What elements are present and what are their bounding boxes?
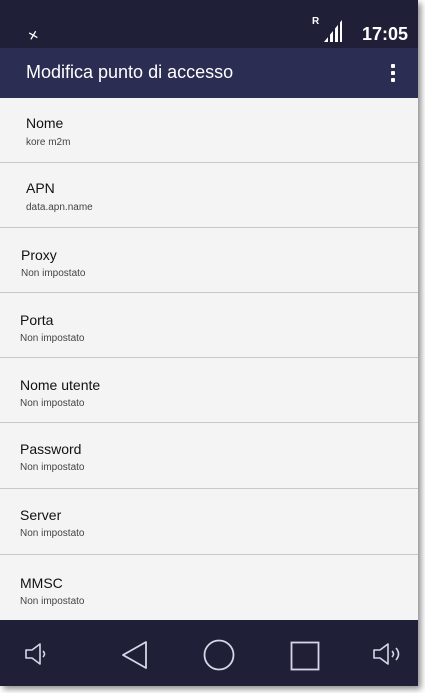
setting-item-server[interactable]: Server Non impostato <box>0 490 418 555</box>
setting-item-porta[interactable]: Porta Non impostato <box>0 293 418 358</box>
setting-label: MMSC <box>20 575 63 591</box>
setting-value: kore m2m <box>26 137 71 148</box>
setting-label: Proxy <box>21 247 57 263</box>
setting-label: Nome utente <box>20 377 101 393</box>
page-title: Modifica punto di accesso <box>26 62 234 82</box>
setting-value: Non impostato <box>20 462 85 473</box>
roaming-indicator: R <box>312 16 320 27</box>
setting-item-apn[interactable]: APN data.apn.name <box>0 163 418 228</box>
setting-value: Non impostato <box>20 398 85 409</box>
volume-down-icon[interactable] <box>24 642 50 666</box>
setting-value: data.apn.name <box>26 202 93 213</box>
setting-value: Non impostato <box>20 333 85 344</box>
back-icon[interactable] <box>120 640 148 670</box>
setting-label: Porta <box>20 312 54 328</box>
signal-icon <box>324 20 342 42</box>
no-sim-icon: ✕ <box>26 26 41 45</box>
setting-label: Password <box>20 441 82 457</box>
recents-icon[interactable] <box>290 641 320 671</box>
home-icon[interactable] <box>203 639 235 671</box>
setting-label: Server <box>20 507 62 523</box>
status-bar: ✕ R 17:05 <box>0 0 418 48</box>
setting-item-nome[interactable]: Nome kore m2m <box>0 98 418 163</box>
setting-value: Non impostato <box>20 528 85 539</box>
phone-screen: ✕ R 17:05 Modifica punto di accesso Nome… <box>0 0 418 686</box>
setting-label: Nome <box>26 115 64 131</box>
setting-value: Non impostato <box>21 268 86 279</box>
setting-item-mmsc[interactable]: MMSC Non impostato <box>0 556 418 620</box>
status-time: 17:05 <box>362 24 409 44</box>
volume-up-icon[interactable] <box>372 642 408 666</box>
apn-settings-list: Nome kore m2m APN data.apn.name Proxy No… <box>0 98 418 620</box>
more-vert-icon[interactable] <box>388 62 398 86</box>
app-bar: Modifica punto di accesso <box>0 48 418 98</box>
setting-label: APN <box>26 180 55 196</box>
navigation-bar <box>0 620 418 686</box>
setting-item-password[interactable]: Password Non impostato <box>0 424 418 489</box>
setting-item-nome-utente[interactable]: Nome utente Non impostato <box>0 358 418 423</box>
setting-value: Non impostato <box>20 596 85 607</box>
setting-item-proxy[interactable]: Proxy Non impostato <box>0 228 418 293</box>
